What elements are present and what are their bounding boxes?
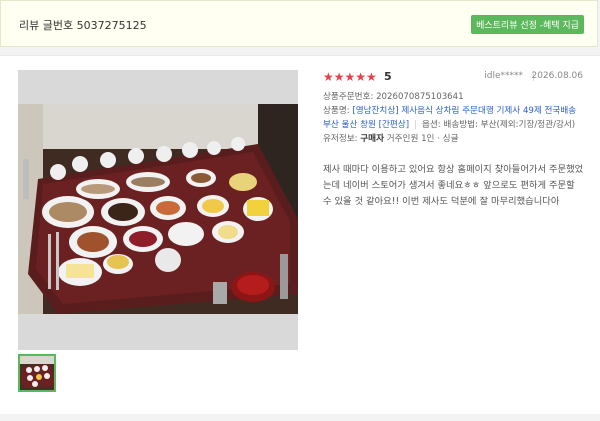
review-text: 제사 때마다 이용하고 있어요 항상 홈페이지 찾아들어가서 주문했었는데 네이… <box>323 164 584 207</box>
order-number: 2026070875103641 <box>376 92 464 102</box>
review-photo <box>18 104 298 314</box>
review-info: ★★★★★ 5 idle***** 2026.08.06 상품주문번호: 202… <box>323 70 585 210</box>
rating-score: 5 <box>384 70 392 83</box>
user-info-label: 유저정보: <box>323 134 361 144</box>
review-header: 리뷰 글번호 5037275125 베스트리뷰 선정 -혜택 지급 <box>0 0 598 47</box>
order-number-label: 상품주문번호: <box>323 92 377 102</box>
reviewer-id: idle***** <box>484 71 523 81</box>
review-card: ★★★★★ 5 idle***** 2026.08.06 상품주문번호: 202… <box>0 55 600 414</box>
best-review-badge: 베스트리뷰 선정 -혜택 지급 <box>471 15 584 34</box>
review-number: 리뷰 글번호 5037275125 <box>19 19 147 32</box>
review-photo-thumbnail[interactable] <box>18 354 56 392</box>
star-rating: ★★★★★ <box>323 70 377 84</box>
separator: | <box>414 120 417 130</box>
option-label: 옵션: <box>421 120 444 130</box>
product-row: 상품명: [영남잔치상] 제사음식 상차림 주문대행 기제사 49제 전국배송 … <box>323 104 585 132</box>
buyer-type: 구매자 <box>360 134 384 144</box>
user-info-row: 유저정보: 구매자 거주인원 1인 · 싱글 <box>323 132 585 146</box>
review-page: 리뷰 글번호 5037275125 베스트리뷰 선정 -혜택 지급 ★★★★★ … <box>0 0 600 421</box>
product-label: 상품명: <box>323 106 353 116</box>
order-meta: 상품주문번호: 2026070875103641 상품명: [영남잔치상] 제사… <box>323 90 585 146</box>
thumbnail-image <box>20 356 54 390</box>
option-value: 배송방법: 부산(제외:기장/정관/강서) <box>443 120 576 130</box>
order-number-row: 상품주문번호: 2026070875103641 <box>323 90 585 104</box>
review-date: 2026.08.06 <box>531 71 583 81</box>
rating-row: ★★★★★ 5 idle***** 2026.08.06 <box>323 70 585 84</box>
review-photo-frame[interactable] <box>18 70 298 350</box>
household-info: 거주인원 1인 · 싱글 <box>386 134 459 144</box>
